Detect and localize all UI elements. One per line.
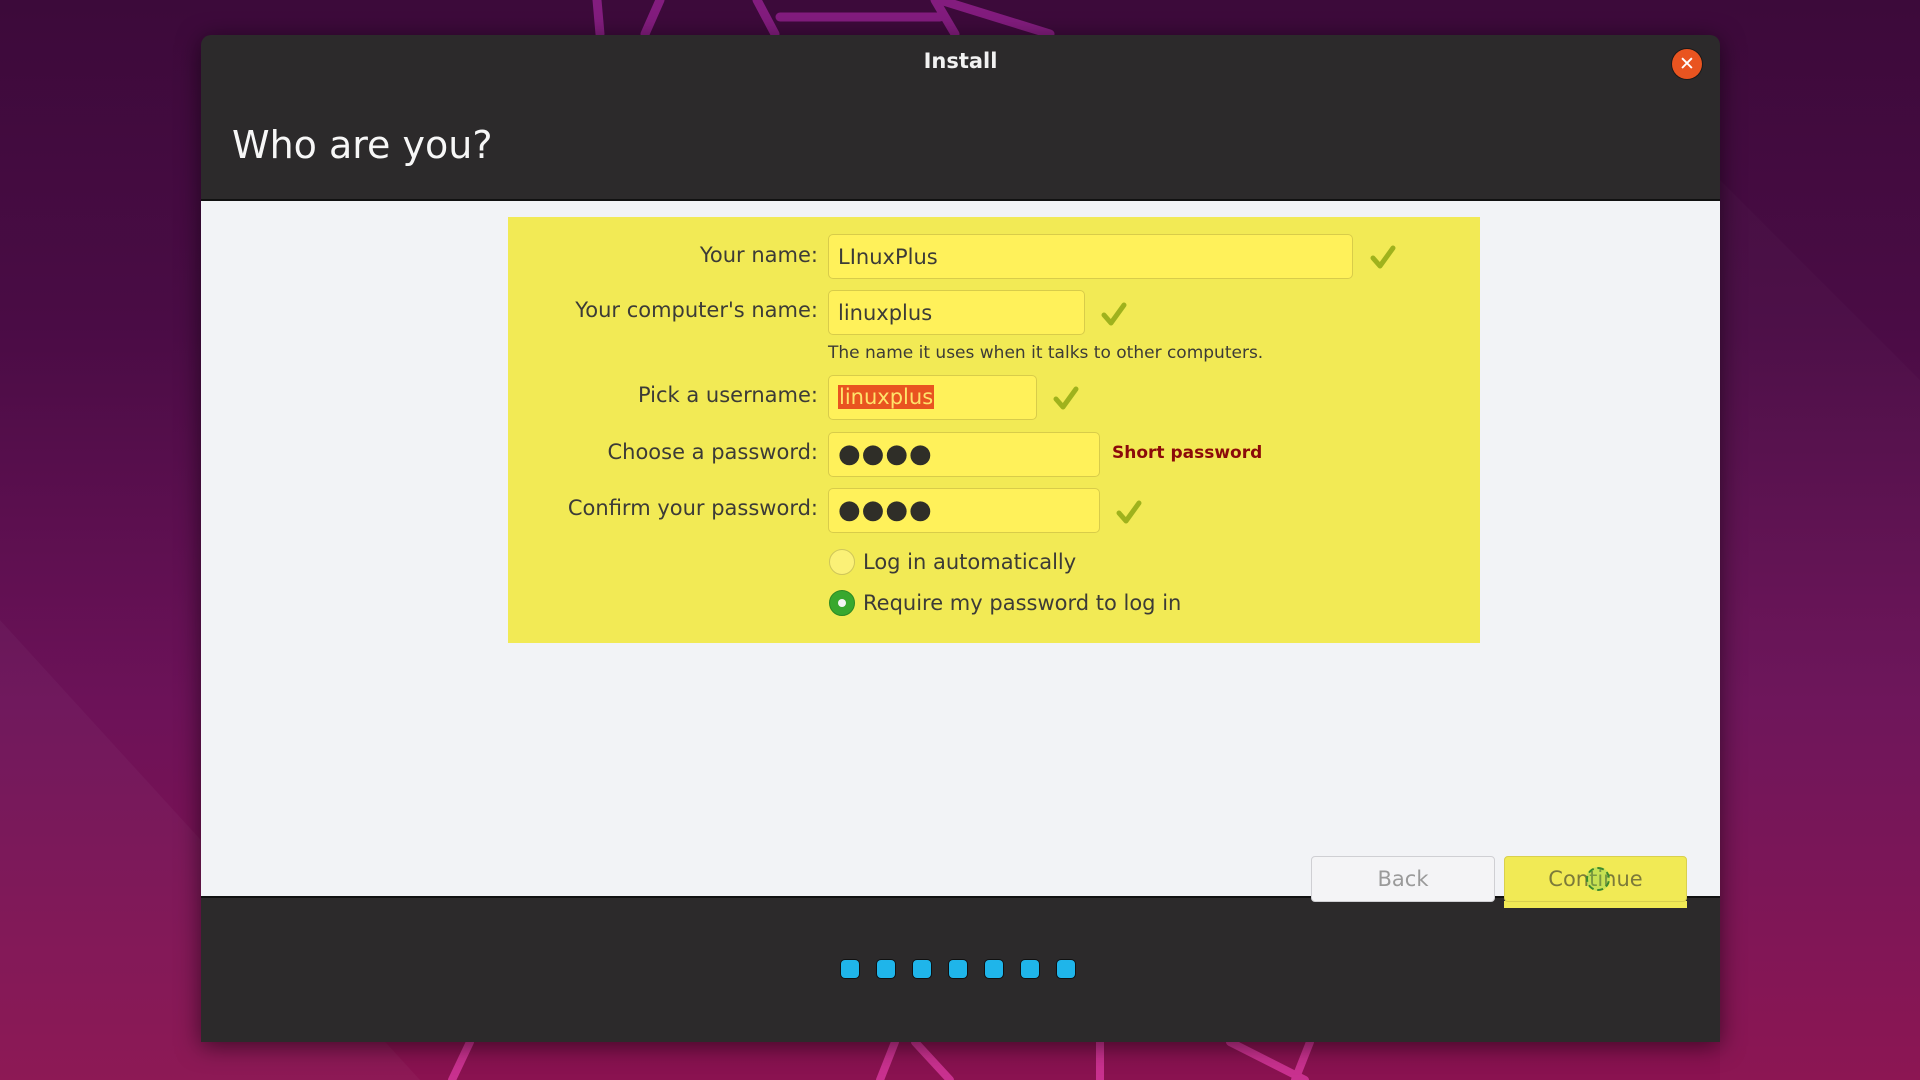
installer-window: Install ✕ Who are you? Your name: Your c… bbox=[201, 35, 1720, 1042]
password-label: Choose a password: bbox=[607, 440, 818, 464]
page-title: Who are you? bbox=[232, 123, 493, 167]
valid-check-icon bbox=[1370, 245, 1396, 269]
step-dot bbox=[913, 960, 931, 978]
password-input[interactable]: ●●●● bbox=[828, 432, 1100, 477]
step-dot bbox=[1021, 960, 1039, 978]
your-name-input[interactable] bbox=[828, 234, 1353, 279]
step-dot bbox=[841, 960, 859, 978]
radio-button-selected[interactable] bbox=[829, 590, 855, 616]
your-name-label: Your name: bbox=[699, 243, 818, 267]
mouse-cursor-icon bbox=[1586, 867, 1610, 891]
confirm-password-input[interactable]: ●●●● bbox=[828, 488, 1100, 533]
close-button[interactable]: ✕ bbox=[1672, 49, 1702, 79]
window-title: Install bbox=[923, 49, 998, 73]
close-icon: ✕ bbox=[1679, 53, 1695, 75]
computer-name-input[interactable] bbox=[828, 290, 1085, 335]
radio-label: Require my password to log in bbox=[863, 591, 1182, 615]
confirm-password-mask: ●●●● bbox=[838, 495, 933, 525]
username-label: Pick a username: bbox=[637, 383, 818, 407]
require-password-option[interactable]: Require my password to log in bbox=[829, 590, 1181, 616]
confirm-password-label: Confirm your password: bbox=[567, 496, 818, 520]
computer-name-label: Your computer's name: bbox=[575, 298, 818, 322]
back-button[interactable]: Back bbox=[1311, 856, 1495, 902]
username-selected-text: linuxplus bbox=[838, 385, 935, 409]
password-strength-message: Short password bbox=[1112, 443, 1263, 463]
valid-check-icon bbox=[1116, 500, 1142, 524]
step-progress-indicator bbox=[841, 960, 1075, 978]
user-form: Your name: Your computer's name: The nam… bbox=[508, 217, 1480, 643]
valid-check-icon bbox=[1101, 302, 1127, 326]
password-mask: ●●●● bbox=[838, 439, 933, 469]
content-area: Your name: Your computer's name: The nam… bbox=[201, 199, 1720, 908]
step-dot bbox=[877, 960, 895, 978]
radio-label: Log in automatically bbox=[863, 550, 1077, 574]
step-dot bbox=[1057, 960, 1075, 978]
valid-check-icon bbox=[1053, 386, 1079, 410]
step-dot bbox=[985, 960, 1003, 978]
radio-button[interactable] bbox=[829, 549, 855, 575]
login-automatically-option[interactable]: Log in automatically bbox=[829, 549, 1076, 575]
continue-highlight bbox=[1504, 901, 1687, 908]
computer-name-hint: The name it uses when it talks to other … bbox=[828, 343, 1264, 363]
step-dot bbox=[949, 960, 967, 978]
username-input[interactable]: linuxplus bbox=[828, 375, 1037, 420]
